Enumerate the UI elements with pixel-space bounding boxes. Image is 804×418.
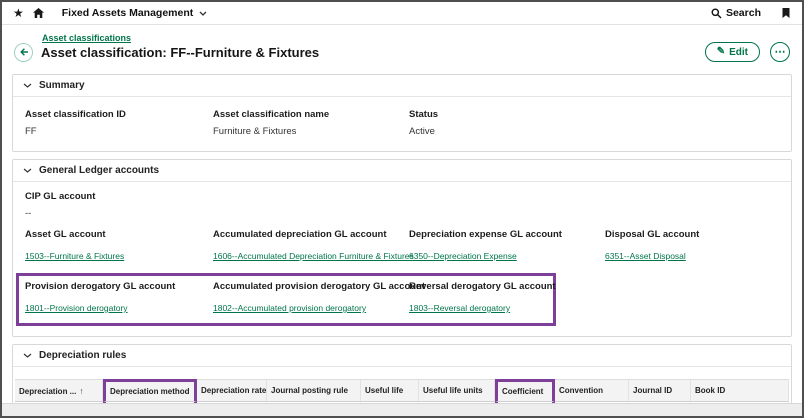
gl-account-link[interactable]: 1606--Accumulated Depreciation Furniture… xyxy=(213,251,414,261)
derogatory-accounts-row: Provision derogatory GL account 1801--Pr… xyxy=(25,281,547,316)
summary-section-header[interactable]: Summary xyxy=(13,75,791,97)
field-label: Asset GL account xyxy=(25,229,213,240)
sort-ascending-icon: ↑ xyxy=(79,386,83,396)
field-accumulated-depreciation-gl-account: Accumulated depreciation GL account 1606… xyxy=(213,229,409,264)
column-header-journal-id[interactable]: Journal ID xyxy=(629,379,691,402)
field-asset-classification-id: Asset classification ID FF xyxy=(25,109,213,137)
page-header: Asset classifications Asset classificati… xyxy=(2,25,802,67)
gl-accounts-row: Asset GL account 1503--Furniture & Fixtu… xyxy=(25,229,779,264)
gl-accounts-section-header[interactable]: General Ledger accounts xyxy=(13,160,791,182)
gl-account-link[interactable]: 1801--Provision derogatory xyxy=(25,303,128,313)
app-name: Fixed Assets Management xyxy=(62,7,194,19)
field-label: CIP GL account xyxy=(25,191,779,202)
column-header-label: Depreciation ... xyxy=(19,387,76,396)
column-header-depreciation-rate[interactable]: Depreciation rate ... xyxy=(197,379,267,402)
breadcrumb: Asset classifications xyxy=(42,28,790,41)
search-label: Search xyxy=(726,7,761,19)
gl-accounts-body: CIP GL account -- Asset GL account 1503-… xyxy=(13,182,791,336)
table-header-row: Depreciation ...↑ Depreciation method De… xyxy=(15,379,789,402)
pencil-icon: ✎ xyxy=(717,47,725,57)
ellipsis-icon: ⋯ xyxy=(775,47,786,58)
gl-account-link[interactable]: 1803--Reversal derogatory xyxy=(409,303,510,313)
page-title: Asset classification: FF--Furniture & Fi… xyxy=(41,45,319,60)
section-title: Summary xyxy=(39,80,85,91)
field-value: FF xyxy=(25,126,213,137)
favorites-star-icon[interactable]: ★ xyxy=(13,7,24,19)
derogatory-accounts-highlight-box: Provision derogatory GL account 1801--Pr… xyxy=(16,273,556,326)
summary-fields: Asset classification ID FF Asset classif… xyxy=(13,97,791,151)
chevron-down-icon xyxy=(23,83,32,88)
chevron-down-icon xyxy=(23,353,32,358)
field-disposal-gl-account: Disposal GL account 6351--Asset Disposal xyxy=(605,229,779,264)
column-header-journal-posting-rule[interactable]: Journal posting rule xyxy=(267,379,361,402)
field-cip-gl-account: CIP GL account -- xyxy=(25,191,779,219)
gl-account-link[interactable]: 6350--Depreciation Expense xyxy=(409,251,517,261)
status-value: Active xyxy=(409,126,605,137)
top-navigation-bar: ★ Fixed Assets Management Search xyxy=(2,2,802,25)
column-header-useful-life[interactable]: Useful life xyxy=(361,379,419,402)
search-icon xyxy=(711,8,722,19)
field-provision-derogatory-gl-account: Provision derogatory GL account 1801--Pr… xyxy=(25,281,213,316)
bookmark-icon[interactable] xyxy=(781,7,791,19)
field-label: Status xyxy=(409,109,605,120)
field-value: Furniture & Fixtures xyxy=(213,126,409,137)
back-arrow-icon xyxy=(19,47,29,57)
field-label: Provision derogatory GL account xyxy=(25,281,213,292)
page-content: Summary Asset classification ID FF Asset… xyxy=(2,74,802,418)
field-label: Asset classification ID xyxy=(25,109,213,120)
home-icon[interactable] xyxy=(32,7,45,19)
column-header-depreciation[interactable]: Depreciation ...↑ xyxy=(15,379,103,402)
app-switcher[interactable]: Fixed Assets Management xyxy=(62,7,208,19)
field-reversal-derogatory-gl-account: Reversal derogatory GL account 1803--Rev… xyxy=(409,281,556,316)
field-status: Status Active xyxy=(409,109,605,137)
gl-account-link[interactable]: 1503--Furniture & Fixtures xyxy=(25,251,124,261)
chevron-down-icon xyxy=(199,11,207,16)
gl-account-link[interactable]: 6351--Asset Disposal xyxy=(605,251,686,261)
search-button[interactable]: Search xyxy=(711,7,761,19)
field-label: Accumulated provision derogatory GL acco… xyxy=(213,281,409,292)
field-label: Depreciation expense GL account xyxy=(409,229,605,240)
section-title: General Ledger accounts xyxy=(39,165,159,176)
section-title: Depreciation rules xyxy=(39,350,126,361)
field-value: -- xyxy=(25,208,779,219)
gl-account-link[interactable]: 1802--Accumulated provision derogatory xyxy=(213,303,366,313)
field-label: Accumulated depreciation GL account xyxy=(213,229,409,240)
field-asset-gl-account: Asset GL account 1503--Furniture & Fixtu… xyxy=(25,229,213,264)
edit-button[interactable]: ✎ Edit xyxy=(705,42,760,62)
general-ledger-accounts-section: General Ledger accounts CIP GL account -… xyxy=(12,159,792,337)
chevron-down-icon xyxy=(23,168,32,173)
column-header-depreciation-method[interactable]: Depreciation method xyxy=(103,379,197,402)
depreciation-rules-section-header[interactable]: Depreciation rules xyxy=(13,345,791,367)
summary-section: Summary Asset classification ID FF Asset… xyxy=(12,74,792,152)
breadcrumb-link-asset-classifications[interactable]: Asset classifications xyxy=(42,33,131,43)
column-header-useful-life-units[interactable]: Useful life units xyxy=(419,379,495,402)
column-header-book-id[interactable]: Book ID xyxy=(691,379,789,402)
field-label: Disposal GL account xyxy=(605,229,779,240)
field-accumulated-provision-derogatory-gl-account: Accumulated provision derogatory GL acco… xyxy=(213,281,409,316)
column-header-coefficient[interactable]: Coefficient xyxy=(495,379,555,402)
field-depreciation-expense-gl-account: Depreciation expense GL account 6350--De… xyxy=(409,229,605,264)
page-footer xyxy=(2,403,802,416)
star-glyph: ★ xyxy=(13,7,24,19)
more-actions-button[interactable]: ⋯ xyxy=(770,42,790,62)
back-button[interactable] xyxy=(14,43,33,62)
app-window: ★ Fixed Assets Management Search Asset c… xyxy=(0,0,804,418)
title-row: Asset classification: FF--Furniture & Fi… xyxy=(14,42,790,62)
column-header-convention[interactable]: Convention xyxy=(555,379,629,402)
edit-button-label: Edit xyxy=(729,47,748,58)
field-label: Reversal derogatory GL account xyxy=(409,281,556,292)
field-asset-classification-name: Asset classification name Furniture & Fi… xyxy=(213,109,409,137)
field-label: Asset classification name xyxy=(213,109,409,120)
